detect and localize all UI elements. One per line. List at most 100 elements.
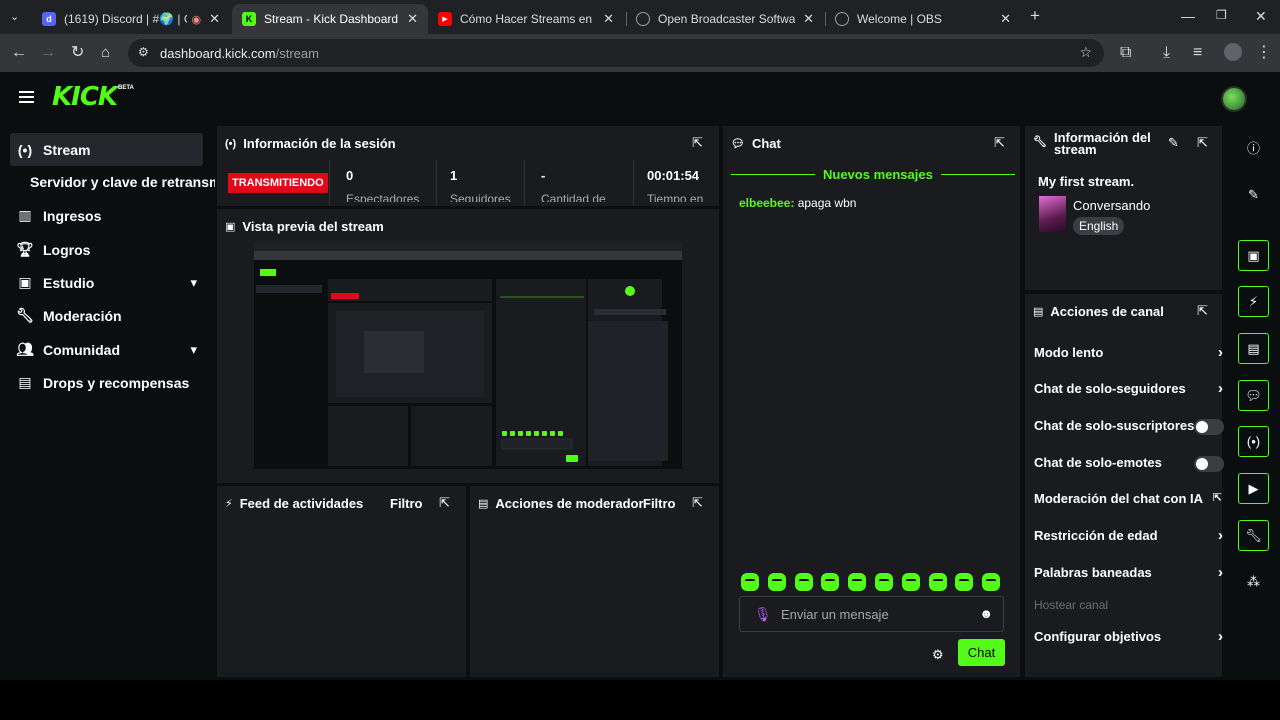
user-avatar[interactable] xyxy=(1221,86,1247,112)
emote-icon[interactable] xyxy=(848,573,867,591)
sidebar-item-comunidad[interactable]: 👥︎ Comunidad ▾ xyxy=(10,333,203,366)
extensions-icon[interactable]: ⧉ xyxy=(1120,44,1131,62)
emote-icon[interactable] xyxy=(767,573,786,591)
info-icon[interactable]: ⓘ xyxy=(1238,132,1269,163)
discord-icon: d xyxy=(42,12,56,26)
emote-icon[interactable] xyxy=(901,573,920,591)
tab-discord[interactable]: d (1619) Discord | #🌍 | GEN ◉ ✕ xyxy=(32,4,230,34)
stream-info-panel: 🔧︎ Información del stream ✎ ⇱ My first s… xyxy=(1025,126,1222,290)
tab-obs-software[interactable]: Open Broadcaster Software | OI ✕ xyxy=(626,4,824,34)
pencil-icon[interactable]: ✎ xyxy=(1238,179,1269,210)
sidebar-item-moderacion[interactable]: 🔧︎ Moderación xyxy=(10,299,203,332)
bottom-letterbox xyxy=(0,680,1280,720)
emote-icon[interactable] xyxy=(741,573,759,591)
viewers-count: 0 xyxy=(346,168,354,183)
download-icon[interactable]: ⤓ xyxy=(1163,44,1170,62)
age-restriction-row[interactable]: Restricción de edad › xyxy=(1034,527,1223,546)
live-time-label: Tiempo en xyxy=(647,192,704,202)
screen-icon[interactable]: ▣ xyxy=(1238,240,1269,271)
profile-avatar[interactable] xyxy=(1224,43,1242,61)
followers-only-row[interactable]: Chat de solo-seguidores › xyxy=(1034,380,1223,399)
popout-icon[interactable]: ⇱ xyxy=(692,135,703,151)
close-icon[interactable]: ✕ xyxy=(1000,11,1011,27)
new-messages-label[interactable]: Nuevos mensajes xyxy=(815,167,941,182)
close-window-icon[interactable]: ✕ xyxy=(1255,8,1267,25)
emote-icon[interactable] xyxy=(821,573,840,591)
panel-header: ▤ Acciones de moderador xyxy=(478,496,644,511)
microphone-icon[interactable]: 🎙︎ xyxy=(754,606,772,623)
subscribers-only-toggle[interactable] xyxy=(1194,419,1224,435)
media-controls-icon[interactable]: ≡ xyxy=(1193,44,1202,62)
restore-icon[interactable]: ❐ xyxy=(1216,8,1227,22)
sidebar-item-logros[interactable]: 🏆︎ Logros xyxy=(10,233,203,266)
close-icon[interactable]: ✕ xyxy=(407,11,418,27)
filter-button[interactable]: Filtro xyxy=(390,496,423,511)
menu-dots-icon[interactable]: ⋮ xyxy=(1256,44,1272,62)
popout-icon[interactable]: ⇱ xyxy=(1197,135,1208,151)
preview-frame xyxy=(254,241,682,469)
tab-kick-dashboard[interactable]: K Stream - Kick Dashboard ✕ xyxy=(232,4,428,34)
tab-welcome-obs[interactable]: Welcome | OBS ✕ xyxy=(825,4,1021,34)
popout-icon[interactable]: ⇱ xyxy=(439,495,450,511)
edit-pencil-icon[interactable]: ✎ xyxy=(1168,135,1179,151)
hamburger-menu-icon[interactable] xyxy=(19,91,34,103)
live-time: 00:01:54 xyxy=(647,168,700,183)
popout-icon[interactable]: ⇱ xyxy=(994,135,1005,151)
emote-icon[interactable] xyxy=(874,573,893,591)
emotes-only-toggle[interactable] xyxy=(1194,456,1224,472)
emote-icon[interactable] xyxy=(794,573,813,591)
close-icon[interactable]: ✕ xyxy=(209,11,220,27)
chat-username[interactable]: elbeebee: xyxy=(739,196,794,210)
chat-message-input[interactable]: 🎙︎ Enviar un mensaje ☻ xyxy=(739,596,1004,632)
browser-tabstrip: ⌄ d (1619) Discord | #🌍 | GEN ◉ ✕ K Stre… xyxy=(0,0,1280,34)
chevron-right-icon: › xyxy=(1218,527,1223,544)
home-icon[interactable]: ⌂ xyxy=(101,44,110,62)
kick-logo[interactable]: KICK xyxy=(52,84,118,110)
emote-icon[interactable] xyxy=(982,573,1001,591)
popout-icon[interactable]: ⇱ xyxy=(1197,303,1208,319)
address-bar[interactable]: ⚙ dashboard.kick.com/stream ☆ xyxy=(128,39,1104,67)
lightning-icon[interactable]: ⚡︎ xyxy=(1238,286,1269,317)
sidebar-item-estudio[interactable]: ▣ Estudio ▾ xyxy=(10,266,203,299)
forward-icon[interactable]: → xyxy=(40,44,56,62)
site-info-icon[interactable]: ⚙ xyxy=(138,45,149,59)
browser-toolbar: ← → ↻ ⌂ ⚙ dashboard.kick.com/stream ☆ ⧉ … xyxy=(0,34,1280,72)
tab-youtube[interactable]: ▶ Cómo Hacer Streams en Kick (C ✕ xyxy=(428,4,624,34)
close-icon[interactable]: ✕ xyxy=(803,11,814,27)
emote-icon[interactable] xyxy=(928,573,947,591)
panel-header: ▤ Acciones de canal xyxy=(1033,304,1164,319)
back-icon[interactable]: ← xyxy=(11,44,27,62)
chat-icon[interactable]: 💬︎ xyxy=(1238,380,1269,411)
sidebar-item-server-key[interactable]: Servidor y clave de retransmisión xyxy=(30,174,215,190)
sidebar-item-drops[interactable]: ▤ Drops y recompensas xyxy=(10,366,203,399)
chevron-right-icon: › xyxy=(1218,628,1223,645)
bookmark-star-icon[interactable]: ☆ xyxy=(1079,44,1092,61)
category-thumbnail xyxy=(1039,196,1066,232)
wrench-icon[interactable]: 🔧︎ xyxy=(1238,520,1269,551)
chevron-down-icon: ▾ xyxy=(190,274,197,290)
stream-preview-video[interactable] xyxy=(254,241,682,469)
close-icon[interactable]: ✕ xyxy=(603,11,614,27)
sidebar-item-stream[interactable]: (•) Stream xyxy=(10,133,203,166)
emoji-picker-icon[interactable]: ☻ xyxy=(979,606,993,621)
notes-icon[interactable]: ▤ xyxy=(1238,333,1269,364)
wrench-icon: 🔧︎ xyxy=(1033,136,1047,148)
popout-icon[interactable]: ⇱ xyxy=(692,495,703,511)
viewers-label: Espectadores xyxy=(346,192,420,202)
ai-moderation-row[interactable]: Moderación del chat con IA ⇱ xyxy=(1034,491,1222,509)
broadcast-icon[interactable]: (•) xyxy=(1238,426,1269,457)
reload-icon[interactable]: ↻ xyxy=(71,44,84,62)
sidebar-item-ingresos[interactable]: ▥ Ingresos xyxy=(10,199,203,232)
new-tab-icon[interactable]: + xyxy=(1030,6,1040,26)
configure-goals-row[interactable]: Configurar objetivos › xyxy=(1034,628,1223,647)
video-icon[interactable]: ▶ xyxy=(1238,473,1269,504)
tab-search-chevron-icon[interactable]: ⌄ xyxy=(10,8,19,26)
emote-icon[interactable] xyxy=(955,573,974,591)
slow-mode-row[interactable]: Modo lento › xyxy=(1034,344,1223,363)
send-chat-button[interactable]: Chat xyxy=(958,639,1005,666)
chat-settings-gear-icon[interactable]: ⚙ xyxy=(932,647,944,663)
minimize-icon[interactable]: — xyxy=(1181,8,1195,24)
banned-words-row[interactable]: Palabras baneadas › xyxy=(1034,564,1223,583)
share-icon[interactable]: ⁂ xyxy=(1238,566,1269,597)
filter-button[interactable]: Filtro xyxy=(643,496,676,511)
